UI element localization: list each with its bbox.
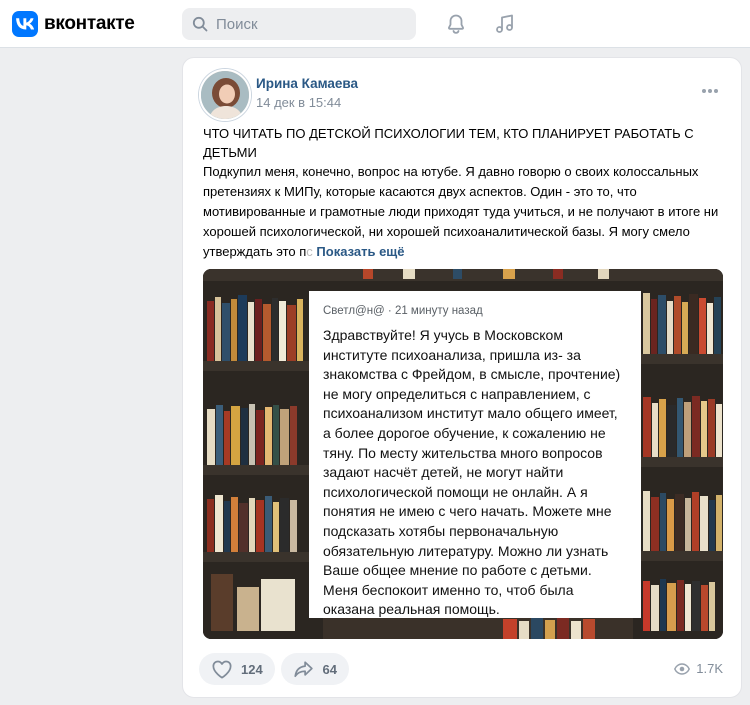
post-image[interactable]: Светл@н@ · 21 минуту назад Здравствуйте!… <box>203 269 723 639</box>
post-body: Подкупил меня, конечно, вопрос на ютубе.… <box>203 162 728 262</box>
logo-text: вконтакте <box>44 13 135 34</box>
author-name[interactable]: Ирина Камаева <box>256 76 358 91</box>
search-box[interactable] <box>182 8 416 40</box>
post-title: ЧТО ЧИТАТЬ ПО ДЕТСКОЙ ПСИХОЛОГИИ ТЕМ, КТ… <box>203 126 694 160</box>
avatar[interactable] <box>199 69 251 121</box>
vk-logo-icon <box>12 11 38 37</box>
eye-icon <box>674 662 691 675</box>
music-note-icon[interactable] <box>493 12 517 36</box>
like-button[interactable]: 124 <box>199 653 275 685</box>
post-card: Ирина Камаева 14 дек в 15:44 ЧТО ЧИТАТЬ … <box>182 57 742 698</box>
like-count: 124 <box>241 661 263 677</box>
views-counter: 1.7K <box>674 661 723 676</box>
share-button[interactable]: 64 <box>281 653 349 685</box>
post-body-text: Подкупил меня, конечно, вопрос на ютубе.… <box>203 164 719 259</box>
quote-meta: Светл@н@ · 21 минуту назад <box>323 305 483 317</box>
post-time[interactable]: 14 дек в 15:44 <box>256 95 341 110</box>
top-bar: вконтакте <box>0 0 750 48</box>
vk-logo[interactable]: вконтакте <box>12 11 135 37</box>
search-icon <box>192 16 208 32</box>
bell-icon[interactable] <box>444 12 468 36</box>
heart-icon <box>212 660 232 679</box>
views-count: 1.7K <box>696 661 723 676</box>
post-body-fade: с <box>306 244 313 259</box>
quote-text: Здравствуйте! Я учусь в Московском инсти… <box>323 327 621 618</box>
share-icon <box>294 661 313 678</box>
search-input[interactable] <box>216 15 396 33</box>
show-more-link[interactable]: Показать ещё <box>316 244 404 259</box>
more-dots-icon[interactable] <box>701 88 719 94</box>
avatar-photo <box>201 71 249 119</box>
quote-card: Светл@н@ · 21 минуту назад Здравствуйте!… <box>309 291 641 618</box>
share-count: 64 <box>322 661 337 677</box>
